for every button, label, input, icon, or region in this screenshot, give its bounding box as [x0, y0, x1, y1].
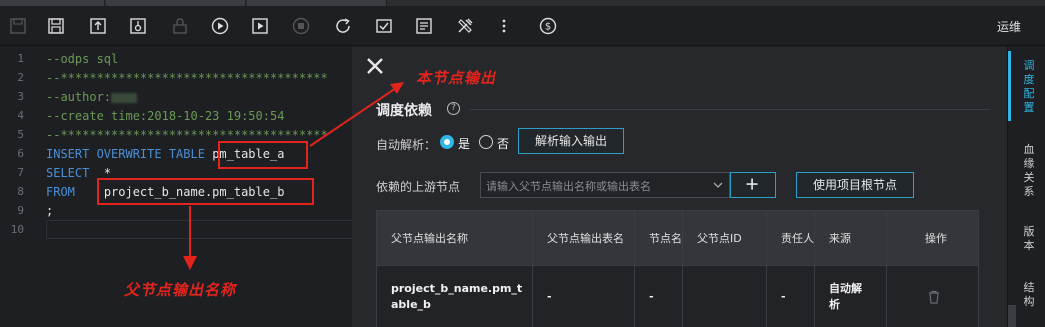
auto-parse-yes-label: 是: [458, 137, 471, 151]
ops-tab[interactable]: 运维: [997, 18, 1021, 35]
column-header: 来源: [815, 211, 887, 266]
run-with-params-icon[interactable]: [250, 16, 270, 36]
author-comment: --author:: [46, 90, 112, 104]
code-line-comment: --*************************************: [46, 71, 328, 85]
cell-output-name: project_b_name.pm_table_b: [377, 266, 533, 327]
tab-version[interactable]: 版本: [1022, 225, 1036, 253]
auto-parse-no-label: 否: [497, 137, 510, 151]
tab-lineage[interactable]: 血缘关系: [1022, 143, 1036, 199]
sql-keyword: SELECT: [46, 166, 90, 180]
cell-owner: -: [767, 266, 815, 327]
line-number: 6: [17, 147, 24, 160]
code-line-author: --author:: [46, 88, 138, 107]
plus-icon: [746, 178, 758, 190]
annotation-node-output: 本节点输出: [416, 69, 497, 87]
upstream-placeholder: 请输入父节点输出名称或输出表名: [486, 180, 651, 193]
editor-toolbar: $ 运维: [0, 6, 1045, 46]
scrollbar[interactable]: [1008, 305, 1016, 327]
highlight-source-table: [97, 178, 314, 205]
upstream-table: 父节点输出名称 父节点输出表名 节点名 父节点ID 责任人 来源 操作 proj…: [376, 210, 979, 327]
column-header: 操作: [887, 211, 979, 266]
line-number: 4: [17, 109, 24, 122]
column-header: 责任人: [767, 211, 815, 266]
line-number-gutter: 1 2 3 4 5 6 7 8 9 10: [0, 47, 36, 327]
tab-structure[interactable]: 结构: [1022, 281, 1036, 309]
table-header: 父节点输出名称 父节点输出表名 节点名 父节点ID 责任人 来源 操作: [377, 210, 979, 266]
auto-parse-yes-radio[interactable]: [440, 135, 454, 149]
sql-keyword: INSERT OVERWRITE TABLE: [46, 147, 205, 161]
section-title: 调度依赖: [376, 103, 432, 119]
auto-parse-no-radio[interactable]: [479, 135, 493, 149]
annotation-parent-output-name: 父节点输出名称: [124, 281, 237, 299]
upstream-label: 依赖的上游节点: [376, 180, 461, 194]
auto-parse-label: 自动解析：: [376, 138, 437, 152]
svg-text:$: $: [545, 22, 551, 33]
column-header: 节点名: [635, 211, 683, 266]
column-header: 父节点输出表名: [533, 211, 635, 266]
line-number: 3: [17, 90, 24, 103]
current-line-highlight: [46, 220, 352, 239]
line-number: 1: [17, 52, 24, 65]
code-line-comment: --create time:2018-10-23 19:50:54: [46, 109, 285, 123]
run-icon[interactable]: [210, 16, 230, 36]
line-number: 10: [10, 223, 24, 236]
use-root-node-button[interactable]: 使用项目根节点: [796, 172, 914, 198]
precompile-icon[interactable]: [374, 16, 394, 36]
tools-icon[interactable]: [455, 16, 475, 36]
line-number: 9: [17, 204, 24, 217]
table-row: project_b_name.pm_table_b - - - 自动解析: [377, 265, 979, 327]
active-tab-indicator: [1008, 51, 1011, 121]
right-sidebar: 调度配置 血缘关系 版本 结构: [1007, 47, 1045, 327]
cell-node-name: -: [635, 266, 683, 327]
code-line-semicolon: ;: [46, 204, 54, 218]
cost-estimate-icon[interactable]: $: [538, 16, 558, 36]
cell-source: 自动解析: [815, 266, 887, 327]
schedule-config-panel: 调度依赖 ? 自动解析： 是 否 解析输入输出 依赖的上游节点 请输入父节点输出…: [352, 47, 1007, 327]
column-header: 父节点输出名称: [377, 211, 533, 266]
steal-lock-icon[interactable]: [128, 16, 148, 36]
add-upstream-button[interactable]: [730, 172, 776, 198]
cell-output-table: -: [533, 266, 635, 327]
trash-icon[interactable]: [887, 266, 979, 327]
more-icon[interactable]: [494, 16, 514, 36]
code-line-comment: --odps sql: [46, 52, 119, 66]
cell-node-id: [683, 266, 767, 327]
line-number: 5: [17, 128, 24, 141]
format-icon[interactable]: [414, 16, 434, 36]
highlight-output-table: [218, 141, 308, 169]
close-icon[interactable]: [366, 57, 384, 75]
chevron-down-icon: [713, 182, 723, 188]
line-number: 8: [17, 185, 24, 198]
upstream-search-input[interactable]: 请输入父节点输出名称或输出表名: [480, 172, 730, 198]
save-icon[interactable]: [46, 16, 66, 36]
save-icon[interactable]: [8, 16, 28, 36]
line-number: 2: [17, 71, 24, 84]
submit-icon[interactable]: [88, 16, 108, 36]
unlock-icon[interactable]: [170, 16, 190, 36]
sql-keyword: FROM: [46, 185, 75, 199]
parse-io-button[interactable]: 解析输入输出: [518, 128, 624, 154]
stop-icon[interactable]: [291, 16, 311, 36]
section-divider: [470, 109, 990, 110]
redacted-author: [111, 92, 138, 103]
tab-schedule-config[interactable]: 调度配置: [1022, 59, 1036, 115]
reload-icon[interactable]: [333, 16, 353, 36]
help-icon[interactable]: ?: [447, 102, 460, 115]
column-header: 父节点ID: [683, 211, 767, 266]
line-number: 7: [17, 166, 24, 179]
